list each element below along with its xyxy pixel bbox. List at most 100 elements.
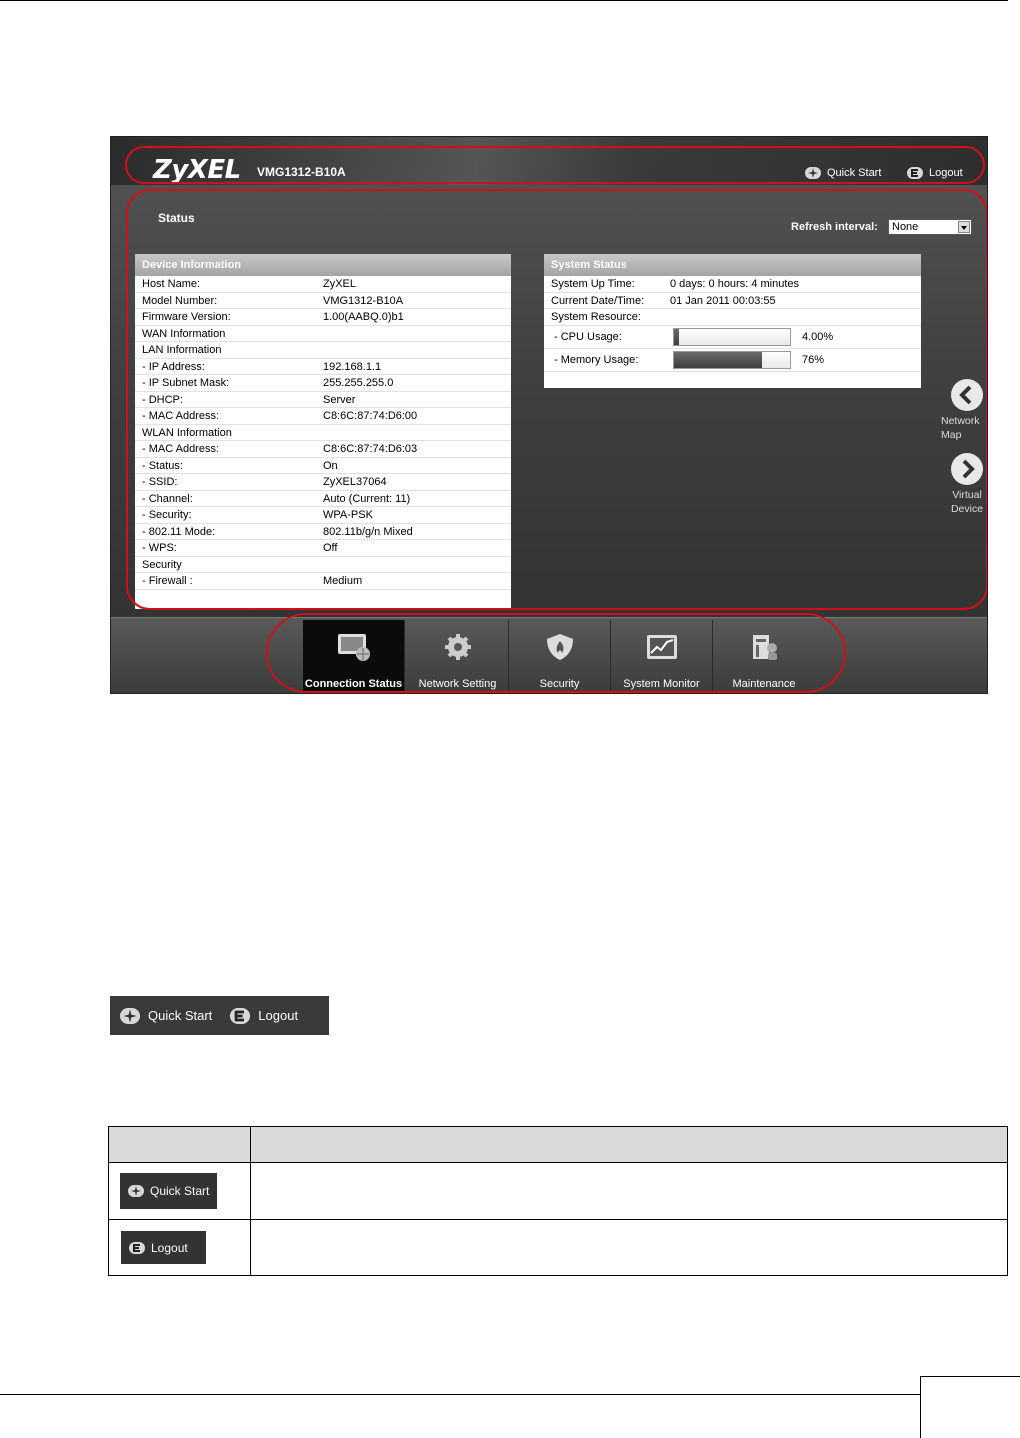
info-label: - IP Address:: [142, 360, 205, 373]
info-value: Server: [323, 393, 356, 406]
title-bar-buttons-image: Quick Start Logout: [110, 996, 329, 1035]
info-value: 255.255.255.0: [323, 377, 394, 389]
device-information-title: Device Information: [135, 254, 511, 276]
nav-maintenance[interactable]: Maintenance: [713, 620, 815, 693]
chevron-right-icon: [951, 453, 983, 485]
system-status-title: System Status: [544, 254, 921, 276]
logout-icon: [129, 1241, 145, 1254]
table-cell: [250, 1219, 1008, 1276]
info-row: Model Number: VMG1312-B10A: [135, 293, 511, 309]
info-value: 802.11b/g/n Mixed: [323, 525, 413, 538]
header-rule: [0, 0, 1008, 1]
info-row: System Resource:: [544, 309, 921, 326]
info-row: - Firewall : Medium: [135, 573, 511, 590]
title-bar: ZyXEL VMG1312-B10A Quick Start Logout: [111, 137, 987, 185]
info-row: - Channel: Auto (Current: 11): [135, 491, 511, 507]
cpu-usage-label: - CPU Usage:: [554, 330, 622, 343]
chart-icon: [647, 635, 677, 659]
info-value: 0 days: 0 hours: 4 minutes: [670, 278, 800, 290]
info-value: [323, 342, 511, 358]
info-value: 192.168.1.1: [323, 360, 382, 373]
nav-label: Network Setting: [418, 678, 497, 690]
info-value: ZyXEL: [323, 278, 357, 290]
memory-usage-label: - Memory Usage:: [554, 353, 639, 366]
logout-table-label: Logout: [151, 1240, 188, 1255]
virtual-device-nav[interactable]: Virtual Device: [937, 453, 987, 516]
nav-label: System Monitor: [623, 678, 700, 690]
nav-label: Security: [539, 678, 580, 690]
info-row: Host Name: ZyXEL: [135, 276, 511, 293]
info-row: - Status: On: [135, 458, 511, 474]
nav-network-setting[interactable]: Network Setting: [407, 620, 509, 693]
info-value: 01 Jan 2011 00:03:55: [670, 294, 776, 307]
network-map-label: Network Map: [941, 415, 980, 441]
info-label: - SSID:: [142, 476, 178, 488]
network-map-nav[interactable]: Network Map: [937, 379, 987, 442]
virtual-device-label: Virtual Device: [950, 489, 984, 515]
info-label: Model Number:: [142, 294, 218, 307]
nav-label: Maintenance: [732, 678, 796, 690]
info-label: Host Name:: [142, 278, 201, 290]
logout-button[interactable]: Logout: [907, 167, 963, 179]
info-value: Medium: [323, 575, 363, 587]
quick-start-label: Quick Start: [827, 167, 882, 179]
info-row: - IP Subnet Mask: 255.255.255.0: [135, 375, 511, 392]
cpu-usage-fill: [674, 328, 679, 345]
logout-image-label: Logout: [258, 1008, 299, 1023]
info-value: 1.00(AABQ.0)b1: [323, 311, 404, 323]
info-label: - WPS:: [142, 542, 177, 554]
quick-start-icon: [805, 167, 821, 179]
info-row: System Up Time: 0 days: 0 hours: 4 minute…: [544, 276, 921, 293]
quick-start-button[interactable]: Quick Start: [805, 167, 881, 179]
nav-system-monitor[interactable]: System Monitor: [611, 620, 713, 693]
table-header-cell: [250, 1126, 1008, 1163]
info-row: - IP Address: 192.168.1.1: [135, 359, 511, 375]
info-row: Security: [135, 557, 511, 573]
device-information-rows: Host Name: ZyXEL Model Number: VMG1312-B10A…: [135, 276, 511, 590]
logout-table-button: Logout: [121, 1231, 206, 1264]
info-value: On: [323, 459, 338, 472]
memory-usage-fill: [674, 351, 763, 368]
info-row: WAN Information: [135, 326, 511, 342]
info-value: ZyXEL37064: [323, 476, 387, 488]
info-label: - Channel:: [142, 492, 193, 505]
info-label: - MAC Address:: [142, 410, 220, 422]
info-label: - DHCP:: [142, 393, 183, 406]
monitor-globe-icon: [338, 634, 370, 661]
info-value: C8:6C:87:74:D6:00: [323, 410, 418, 422]
quick-start-image-button: Quick Start: [120, 1007, 212, 1024]
logout-image-button: Logout: [230, 1007, 299, 1024]
cpu-usage-value: 4.00%: [802, 330, 834, 343]
info-label: - Status:: [142, 459, 183, 472]
info-value: VMG1312-B10A: [323, 294, 404, 307]
table-cell: Logout: [108, 1219, 251, 1276]
info-value: Auto (Current: 11): [323, 492, 411, 505]
table-header-row: [108, 1126, 1008, 1163]
nav-connection-status[interactable]: Connection Status: [303, 620, 405, 693]
info-label: Current Date/Time:: [551, 294, 645, 307]
info-label: - Security:: [142, 509, 192, 521]
tools-icon: [753, 635, 777, 660]
quick-start-icon: [120, 1007, 140, 1024]
brand-logo: ZyXEL: [153, 155, 241, 185]
footer-rule: [0, 1394, 1020, 1395]
info-label: WLAN Information: [142, 426, 232, 439]
info-row: - DHCP: Server: [135, 392, 511, 408]
memory-usage-bar: [673, 350, 791, 369]
info-row: - SSID: ZyXEL37064: [135, 474, 511, 491]
gear-icon: [445, 634, 471, 660]
nav-security[interactable]: Security: [509, 620, 611, 693]
info-label: LAN Information: [142, 344, 222, 356]
page-title: Status: [158, 211, 195, 225]
refresh-interval-value: None: [892, 221, 919, 233]
info-label: - IP Subnet Mask:: [142, 377, 230, 389]
model-name: VMG1312-B10A: [257, 165, 346, 179]
table-cell: Quick Start: [108, 1162, 251, 1220]
info-row: - WPS: Off: [135, 540, 511, 557]
table-cell: [250, 1162, 1008, 1220]
logout-label: Logout: [929, 167, 963, 179]
refresh-interval-select[interactable]: None: [888, 219, 972, 235]
info-label: - Firewall :: [142, 575, 193, 587]
web-configurator-screenshot: ZyXEL VMG1312-B10A Quick Start Logout St…: [110, 136, 988, 694]
chevron-left-icon: [951, 379, 983, 411]
